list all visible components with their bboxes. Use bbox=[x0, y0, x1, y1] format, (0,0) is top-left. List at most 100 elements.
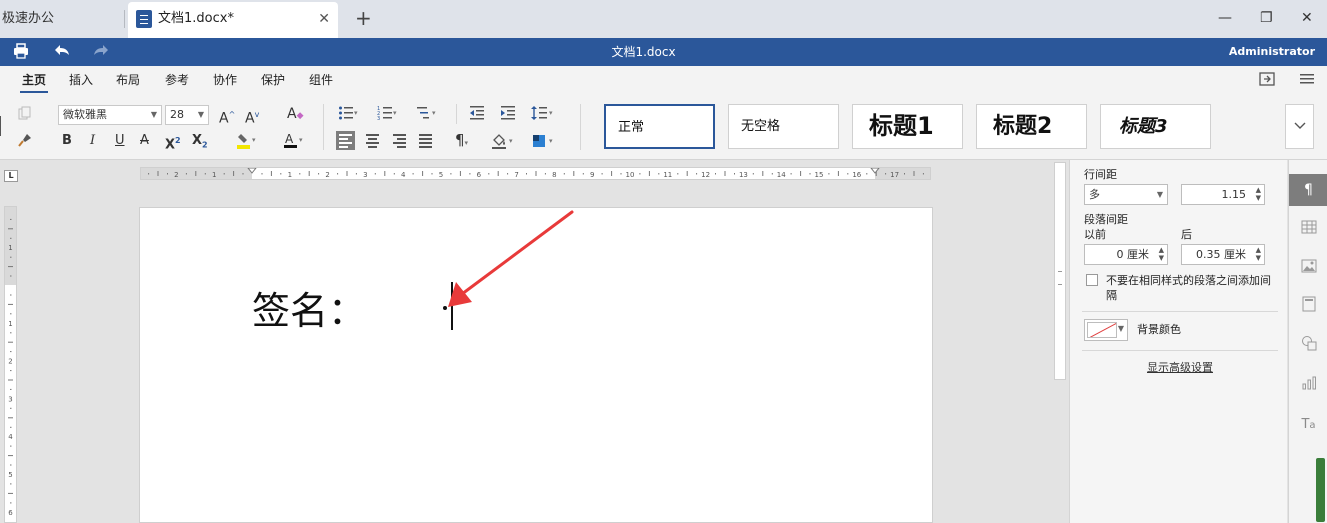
style-heading-3[interactable]: 标题3 bbox=[1100, 104, 1211, 149]
ruler-tick bbox=[913, 171, 915, 176]
spacing-before-input[interactable]: 0 厘米 ▲ ▼ bbox=[1084, 244, 1168, 265]
ruler-tick bbox=[544, 173, 546, 175]
line-spacing-value-input[interactable]: 1.15 ▲ ▼ bbox=[1181, 184, 1265, 205]
bold-icon[interactable]: B bbox=[62, 133, 72, 149]
spacing-after-input[interactable]: 0.35 厘米 ▲ ▼ bbox=[1181, 244, 1265, 265]
line-spacing-icon[interactable]: ▾ bbox=[531, 105, 557, 126]
sidebar-scroll-indicator[interactable] bbox=[1316, 458, 1325, 522]
align-right-button[interactable] bbox=[390, 131, 409, 150]
strikethrough-icon[interactable]: A bbox=[140, 133, 149, 149]
underline-icon[interactable]: U bbox=[115, 133, 125, 149]
style-normal[interactable]: 正常 bbox=[604, 104, 715, 149]
spinner-icon[interactable]: ▲ ▼ bbox=[1159, 246, 1164, 262]
align-left-button[interactable] bbox=[336, 131, 355, 150]
menu-insert[interactable]: 插入 bbox=[69, 66, 93, 94]
scrollbar-grip[interactable] bbox=[1058, 271, 1062, 285]
image-settings-icon[interactable] bbox=[1289, 253, 1327, 285]
superscript-icon[interactable]: X2 bbox=[165, 133, 181, 153]
document-title: 文档1.docx bbox=[611, 45, 676, 59]
no-space-checkbox-label[interactable]: 不要在相同样式的段落之间添加间隔 bbox=[1106, 273, 1281, 303]
table-settings-icon[interactable] bbox=[1289, 214, 1327, 246]
line-spacing-mode-select[interactable]: 多 ▼ bbox=[1084, 184, 1168, 205]
shape-settings-icon[interactable] bbox=[1289, 331, 1327, 363]
ribbon-toolbar: 微软雅黑 ▼ 28 ▼ A^ Av A◆ B I U A X2 X2 ▾ A ▾ … bbox=[0, 94, 1327, 160]
font-color-icon[interactable]: A ▾ bbox=[283, 132, 307, 155]
multilevel-list-icon[interactable]: ▾ bbox=[416, 105, 438, 126]
tab-home[interactable]: 极速办公 bbox=[0, 0, 122, 38]
style-heading-1[interactable]: 标题1 bbox=[852, 104, 963, 149]
ruler-tick bbox=[422, 171, 424, 176]
ruler-label: 1 bbox=[212, 171, 216, 179]
font-grow-icon[interactable]: A^ bbox=[219, 107, 235, 127]
ruler-label: 14 bbox=[777, 171, 786, 179]
shading-icon[interactable]: ▾ bbox=[491, 132, 517, 155]
hamburger-menu-icon[interactable] bbox=[1299, 72, 1315, 90]
format-painter-icon[interactable] bbox=[18, 133, 32, 152]
numbered-list-icon[interactable]: 1 2 3 ▾ bbox=[377, 105, 399, 126]
menu-home[interactable]: 主页 bbox=[19, 66, 49, 94]
align-center-button[interactable] bbox=[363, 131, 382, 150]
menu-plugins[interactable]: 组件 bbox=[309, 66, 333, 94]
style-no-spacing[interactable]: 无空格 bbox=[728, 104, 839, 149]
spinner-icon[interactable]: ▲ ▼ bbox=[1256, 246, 1261, 262]
window-minimize-button[interactable]: — bbox=[1218, 9, 1232, 27]
advanced-settings-link[interactable]: 显示高级设置 bbox=[1147, 359, 1213, 375]
ruler-label: 10 bbox=[626, 171, 635, 179]
document-scrollbar[interactable] bbox=[1054, 162, 1066, 380]
italic-icon[interactable]: I bbox=[90, 133, 95, 149]
header-footer-icon[interactable] bbox=[1289, 292, 1327, 324]
bullet-list-icon[interactable]: ▾ bbox=[338, 105, 360, 126]
borders-icon[interactable]: ▾ bbox=[531, 132, 557, 155]
document-page[interactable]: 签名： bbox=[139, 207, 933, 523]
menu-layout[interactable]: 布局 bbox=[116, 66, 140, 94]
ruler-label: 5 bbox=[8, 471, 12, 479]
spinner-icon[interactable]: ▲ ▼ bbox=[1256, 186, 1261, 202]
open-location-icon[interactable] bbox=[1259, 72, 1275, 90]
window-close-button[interactable]: ✕ bbox=[1301, 9, 1313, 27]
text-art-icon[interactable]: Ta bbox=[1289, 409, 1327, 441]
ruler-tick bbox=[195, 171, 197, 176]
ruler-tick bbox=[450, 173, 452, 175]
tab-stop-selector[interactable]: L bbox=[4, 170, 18, 182]
window-restore-button[interactable]: ❐ bbox=[1260, 9, 1273, 27]
tab-document[interactable]: 文档1.docx* ✕ bbox=[128, 2, 338, 38]
vertical-ruler[interactable]: 1 1 2 3 4 5 6 bbox=[4, 206, 17, 523]
horizontal-ruler[interactable]: 2 1 1 2 3 4 5 6 7 8 9 10 11 12 13 14 15 16 17 bbox=[140, 167, 931, 180]
increase-indent-icon[interactable] bbox=[500, 105, 516, 126]
decrease-indent-icon[interactable] bbox=[469, 105, 485, 126]
new-tab-button[interactable]: + bbox=[355, 6, 372, 30]
menu-protect[interactable]: 保护 bbox=[261, 66, 285, 94]
align-justify-button[interactable] bbox=[416, 131, 435, 150]
paragraph-mark-icon[interactable]: ¶▾ bbox=[455, 132, 468, 151]
font-size-select[interactable]: 28 ▼ bbox=[165, 105, 209, 125]
svg-text:▾: ▾ bbox=[549, 137, 553, 145]
ruler-tick bbox=[10, 237, 12, 239]
ruler-tick bbox=[10, 275, 12, 277]
highlight-color-icon[interactable]: ▾ bbox=[236, 132, 260, 155]
ruler-tick bbox=[393, 173, 395, 175]
svg-text:▾: ▾ bbox=[432, 109, 436, 117]
paragraph-settings-icon[interactable]: ¶ bbox=[1289, 174, 1327, 206]
ribbon-separator bbox=[456, 104, 457, 124]
font-name-select[interactable]: 微软雅黑 ▼ bbox=[58, 105, 162, 125]
no-space-checkbox[interactable] bbox=[1086, 274, 1098, 286]
ruler-tick bbox=[8, 266, 13, 268]
font-shrink-icon[interactable]: Av bbox=[245, 107, 259, 127]
menu-collaborate[interactable]: 协作 bbox=[213, 66, 237, 94]
styles-expand-button[interactable] bbox=[1285, 104, 1314, 149]
ruler-tick bbox=[847, 173, 849, 175]
ruler-tick bbox=[526, 173, 527, 175]
clear-format-icon[interactable]: A◆ bbox=[287, 106, 304, 124]
signature-label[interactable]: 签名： bbox=[252, 288, 366, 334]
user-name[interactable]: Administrator bbox=[1229, 38, 1315, 66]
spacing-after-label: 后 bbox=[1181, 228, 1192, 241]
menu-references[interactable]: 参考 bbox=[165, 66, 189, 94]
chart-settings-icon[interactable] bbox=[1289, 370, 1327, 402]
style-heading-2[interactable]: 标题2 bbox=[976, 104, 1087, 149]
ruler-tick bbox=[10, 218, 12, 220]
subscript-icon[interactable]: X2 bbox=[192, 133, 208, 154]
ruler-tick bbox=[10, 313, 12, 315]
tab-close-icon[interactable]: ✕ bbox=[318, 11, 330, 27]
copy-icon[interactable] bbox=[18, 106, 32, 125]
background-color-picker[interactable]: ▼ bbox=[1084, 319, 1128, 341]
